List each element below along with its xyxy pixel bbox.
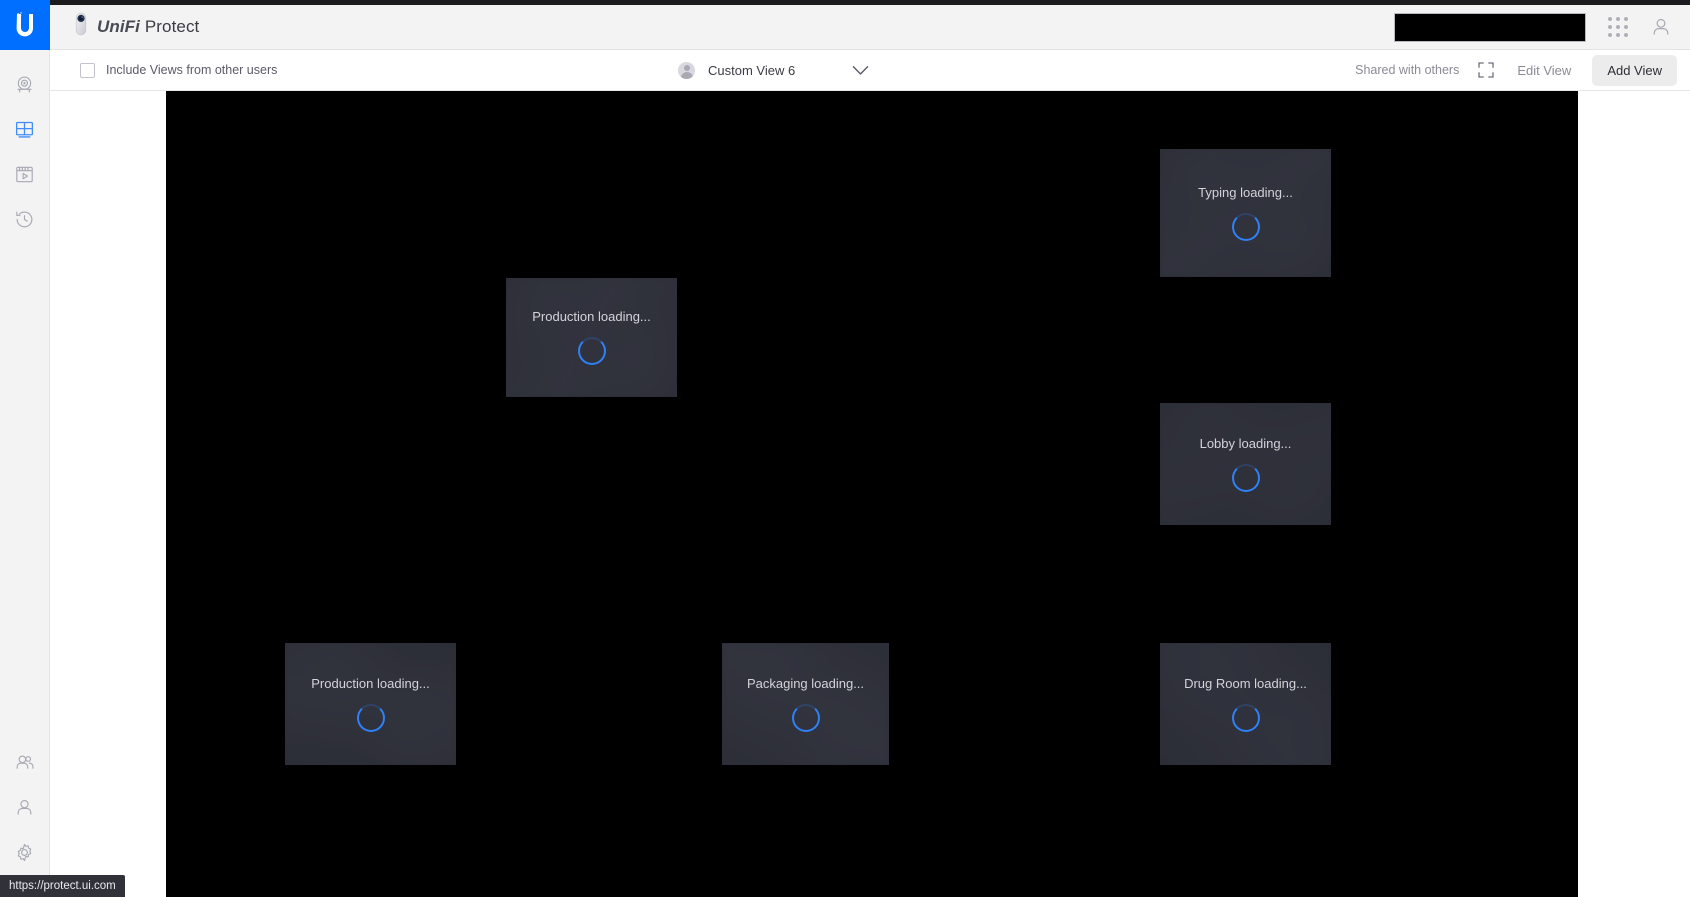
- loading-spinner: [1231, 463, 1260, 492]
- shared-status-label: Shared with others: [1355, 63, 1460, 77]
- app-header: UniFi Protect: [50, 5, 1690, 50]
- include-views-checkbox[interactable]: [80, 62, 95, 78]
- history-clock-icon: [14, 209, 35, 230]
- sidebar-item-cameras[interactable]: [0, 62, 50, 107]
- camera-dome-icon: [14, 74, 35, 95]
- camera-loading-label: Production loading...: [311, 675, 430, 691]
- protect-camera-icon: [74, 12, 88, 42]
- camera-loading-label: Lobby loading...: [1199, 435, 1292, 451]
- add-view-button[interactable]: Add View: [1592, 54, 1677, 86]
- include-views-label: Include Views from other users: [106, 63, 278, 77]
- camera-tile[interactable]: Lobby loading...: [1160, 403, 1331, 525]
- live-view-stage[interactable]: Production loading... Typing loading... Lo…: [166, 91, 1578, 897]
- camera-tile[interactable]: Drug Room loading...: [1160, 643, 1331, 765]
- gear-icon: [14, 842, 35, 863]
- camera-loading-label: Production loading...: [532, 309, 651, 324]
- sidebar-item-settings[interactable]: [0, 830, 50, 875]
- user-account-icon[interactable]: [1650, 16, 1672, 38]
- view-selector[interactable]: Custom View 6: [678, 61, 869, 79]
- camera-loading-label: Drug Room loading...: [1184, 675, 1307, 691]
- camera-loading-label: Packaging loading...: [746, 675, 865, 691]
- sidebar-secondary-nav: [0, 740, 50, 897]
- film-play-icon: [14, 164, 35, 185]
- link-status-bar: https://protect.ui.com: [0, 875, 125, 897]
- chevron-down-icon[interactable]: [852, 65, 869, 76]
- loading-spinner: [1231, 212, 1260, 241]
- camera-tile[interactable]: Typing loading...: [1160, 149, 1331, 277]
- camera-tile[interactable]: Production loading...: [506, 278, 677, 397]
- loading-spinner: [791, 703, 820, 732]
- brand-block: UniFi Protect: [50, 12, 199, 42]
- left-sidebar: [0, 0, 50, 897]
- header-actions: [1394, 12, 1690, 42]
- sidebar-item-live-view[interactable]: [0, 107, 50, 152]
- view-name-label: Custom View 6: [708, 62, 796, 78]
- page-title: UniFi Protect: [97, 17, 199, 37]
- expand-fullscreen-icon[interactable]: [1476, 60, 1496, 80]
- unifi-protect-app: UniFi Protect Include Views from other u…: [0, 0, 1690, 897]
- include-views-control: Include Views from other users: [50, 62, 278, 78]
- sidebar-item-recordings[interactable]: [0, 152, 50, 197]
- redacted-field[interactable]: [1394, 12, 1586, 42]
- camera-tile[interactable]: Packaging loading...: [722, 643, 889, 765]
- loading-spinner: [1231, 703, 1260, 732]
- grid-view-icon: [14, 119, 35, 140]
- sidebar-primary-nav: [0, 50, 50, 242]
- user-avatar-icon: [678, 61, 695, 79]
- app-grid-dots-icon[interactable]: [1608, 17, 1628, 37]
- sidebar-item-users[interactable]: [0, 740, 50, 785]
- users-group-icon: [14, 752, 35, 773]
- loading-spinner: [577, 337, 606, 365]
- loading-spinner: [356, 703, 385, 732]
- user-single-icon: [14, 797, 35, 818]
- edit-view-button[interactable]: Edit View: [1513, 63, 1575, 78]
- sidebar-item-account[interactable]: [0, 785, 50, 830]
- camera-tile[interactable]: Production loading...: [285, 643, 456, 765]
- toolbar-actions: Shared with others Edit View Add View: [1355, 54, 1690, 86]
- camera-loading-label: Typing loading...: [1198, 184, 1293, 200]
- view-toolbar: Include Views from other users Custom Vi…: [50, 50, 1690, 91]
- brand-unifi: UniFi: [97, 17, 140, 36]
- brand-product: Protect: [140, 17, 200, 36]
- ubiquiti-logo[interactable]: [0, 0, 50, 50]
- sidebar-item-timeline[interactable]: [0, 197, 50, 242]
